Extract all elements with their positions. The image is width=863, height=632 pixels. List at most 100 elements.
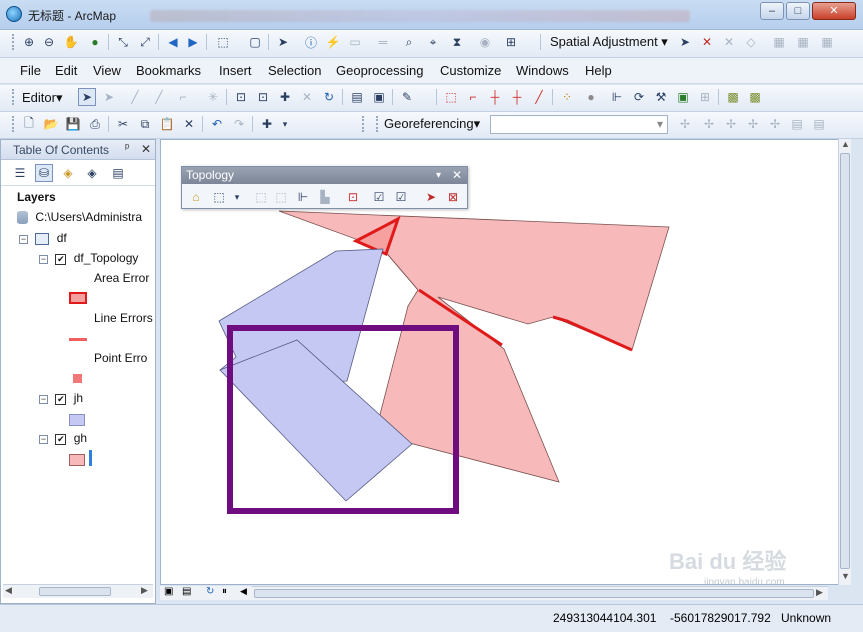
collapse-icon[interactable]: − xyxy=(39,255,48,264)
pan-icon[interactable]: ✋ xyxy=(62,33,80,51)
align-edge-icon[interactable]: ⊩ xyxy=(294,188,312,206)
menu-help[interactable]: Help xyxy=(585,63,612,78)
pause-drawing-icon[interactable]: ⏸ xyxy=(222,586,227,597)
rotate-icon[interactable]: ↻ xyxy=(320,88,338,106)
add-data-icon[interactable]: ✚ xyxy=(258,115,276,133)
multi-displacement-icon[interactable]: ◇ xyxy=(742,33,760,51)
toc-path-row[interactable]: C:\Users\Administra xyxy=(17,210,142,225)
redo-icon[interactable]: ↷ xyxy=(230,115,248,133)
scroll-left-icon[interactable]: ◀ xyxy=(240,586,247,597)
open-icon[interactable]: 📂 xyxy=(42,115,60,133)
gh-checkbox[interactable]: ✔ xyxy=(55,434,67,445)
jh-polygon-b[interactable] xyxy=(219,339,413,502)
view-link-table-icon[interactable]: ▤ xyxy=(788,115,806,133)
jh-checkbox[interactable]: ✔ xyxy=(55,394,67,405)
tools-icon[interactable]: ⚒ xyxy=(652,88,670,106)
toolbar-grip[interactable] xyxy=(12,116,16,132)
topology-close-icon[interactable]: ✕ xyxy=(452,167,462,184)
layout-view-icon[interactable]: ▤ xyxy=(182,586,191,597)
measure-icon[interactable]: ═ xyxy=(374,33,392,51)
list-by-drawing-order-icon[interactable]: ☰ xyxy=(11,164,29,182)
collapse-icon[interactable]: − xyxy=(39,395,48,404)
topology-node-icon[interactable]: ┼ xyxy=(508,88,526,106)
error-inspector-icon[interactable]: ⊠ xyxy=(444,188,462,206)
options-icon[interactable]: ▤ xyxy=(109,164,127,182)
copy-icon[interactable]: ⧉ xyxy=(136,115,154,133)
collapse-icon[interactable]: − xyxy=(39,435,48,444)
toc-gh-row[interactable]: − ✔ gh xyxy=(39,431,87,445)
trace-icon[interactable]: ⌐ xyxy=(174,88,192,106)
undo-icon[interactable]: ↶ xyxy=(208,115,226,133)
new-document-icon[interactable]: 🗋 xyxy=(20,115,38,133)
create-features-icon[interactable]: ✎ xyxy=(398,88,416,106)
delete-control-points-icon[interactable]: ✢ xyxy=(744,115,762,133)
fix-topology-error-icon[interactable]: ➤ xyxy=(422,188,440,206)
zoom-out-icon[interactable]: ⊖ xyxy=(40,33,58,51)
georeferencing-menu[interactable]: Georeferencing▾ xyxy=(380,115,484,134)
identify-icon[interactable]: ⓘ xyxy=(302,33,320,51)
menu-view[interactable]: View xyxy=(93,63,121,78)
topology-reshape-icon[interactable]: ⌐ xyxy=(464,88,482,106)
menu-windows[interactable]: Windows xyxy=(516,63,569,78)
create-viewer-window-icon[interactable]: ◉ xyxy=(476,33,494,51)
topology-cut-icon[interactable]: ╱ xyxy=(530,88,548,106)
scroll-thumb[interactable] xyxy=(39,587,111,596)
chevron-down-icon[interactable]: ▾ xyxy=(436,167,441,184)
collapse-icon[interactable]: − xyxy=(19,235,28,244)
viewer-icon[interactable]: ▤ xyxy=(810,115,828,133)
save-icon[interactable]: 💾 xyxy=(64,115,82,133)
add-control-points-icon[interactable]: ✢ xyxy=(722,115,740,133)
new-displacement-link-icon[interactable]: ✕ xyxy=(698,33,716,51)
find-icon[interactable]: ⌕ xyxy=(400,33,418,51)
paste-icon[interactable]: 📋 xyxy=(158,115,176,133)
zoom-in-icon[interactable]: ⊕ xyxy=(20,33,38,51)
select-features-icon[interactable]: ⬚ xyxy=(214,33,232,51)
select-elements-icon[interactable]: ➤ xyxy=(274,33,292,51)
topology-edit-icon[interactable]: ⬚ xyxy=(442,88,460,106)
validate-extent-icon[interactable]: ▩ xyxy=(746,88,764,106)
menu-edit[interactable]: Edit xyxy=(55,63,77,78)
toolbar-grip[interactable] xyxy=(12,89,16,105)
construct-features-icon[interactable]: ▙ xyxy=(316,188,334,206)
rotate-georef-icon[interactable]: ✢ xyxy=(676,115,694,133)
topology-line-icon[interactable]: ┼ xyxy=(486,88,504,106)
new-identity-link-icon[interactable]: ▦ xyxy=(770,33,788,51)
toc-jh-row[interactable]: − ✔ jh xyxy=(39,391,83,405)
time-slider-icon[interactable]: ⧗ xyxy=(448,33,466,51)
scroll-right-icon[interactable]: ▶ xyxy=(816,587,823,598)
auto-registration-icon[interactable]: ✢ xyxy=(766,115,784,133)
cut-icon[interactable]: ✂ xyxy=(114,115,132,133)
topology-edit-tool-icon[interactable]: ⬚ xyxy=(210,188,228,206)
topology-toolbar-titlebar[interactable]: Topology ▾ ✕ xyxy=(182,167,467,184)
editor-menu[interactable]: Editor▾ xyxy=(18,89,70,108)
menu-geoprocessing[interactable]: Geoprocessing xyxy=(336,63,423,78)
spatial-adjustment-menu[interactable]: Spatial Adjustment ▾ xyxy=(546,33,672,52)
globe-icon[interactable]: ● xyxy=(86,33,104,51)
scroll-thumb[interactable] xyxy=(254,589,814,598)
straight-segment-icon[interactable]: ╱ xyxy=(126,88,144,106)
edit-tool-icon[interactable]: ➤ xyxy=(78,88,96,106)
clear-selection-icon[interactable]: ▢ xyxy=(246,33,264,51)
scroll-thumb[interactable] xyxy=(840,153,850,569)
new-limited-area-icon[interactable]: ▦ xyxy=(794,33,812,51)
toolbar-grip[interactable] xyxy=(362,116,366,132)
end-point-arc-icon[interactable]: ╱ xyxy=(150,88,168,106)
validate-topology-icon[interactable]: ⊡ xyxy=(344,188,362,206)
menu-file[interactable]: File xyxy=(20,63,41,78)
validate-entire-icon[interactable]: ☑ xyxy=(392,188,410,206)
edit-annotation-icon[interactable]: ➤ xyxy=(100,88,118,106)
menu-customize[interactable]: Customize xyxy=(440,63,501,78)
go-to-xy-icon[interactable]: ⌖ xyxy=(424,33,442,51)
modify-link-icon[interactable]: ✕ xyxy=(720,33,738,51)
map-vertical-scrollbar[interactable]: ▲ ▼ xyxy=(838,139,851,585)
shift-georef-icon[interactable]: ✢ xyxy=(700,115,718,133)
validate-extent-icon[interactable]: ☑ xyxy=(370,188,388,206)
menu-selection[interactable]: Selection xyxy=(268,63,321,78)
extent-icon[interactable]: ▣ xyxy=(674,88,692,106)
scroll-right-icon[interactable]: ▶ xyxy=(141,585,148,596)
pin-icon[interactable]: ᵖ xyxy=(125,142,129,154)
delete-icon[interactable]: ✕ xyxy=(180,115,198,133)
chevron-down-icon[interactable]: ▾ xyxy=(276,115,294,133)
hyperlink-icon[interactable]: ⚡ xyxy=(324,33,342,51)
cut-polygons-icon[interactable]: ✚ xyxy=(276,88,294,106)
